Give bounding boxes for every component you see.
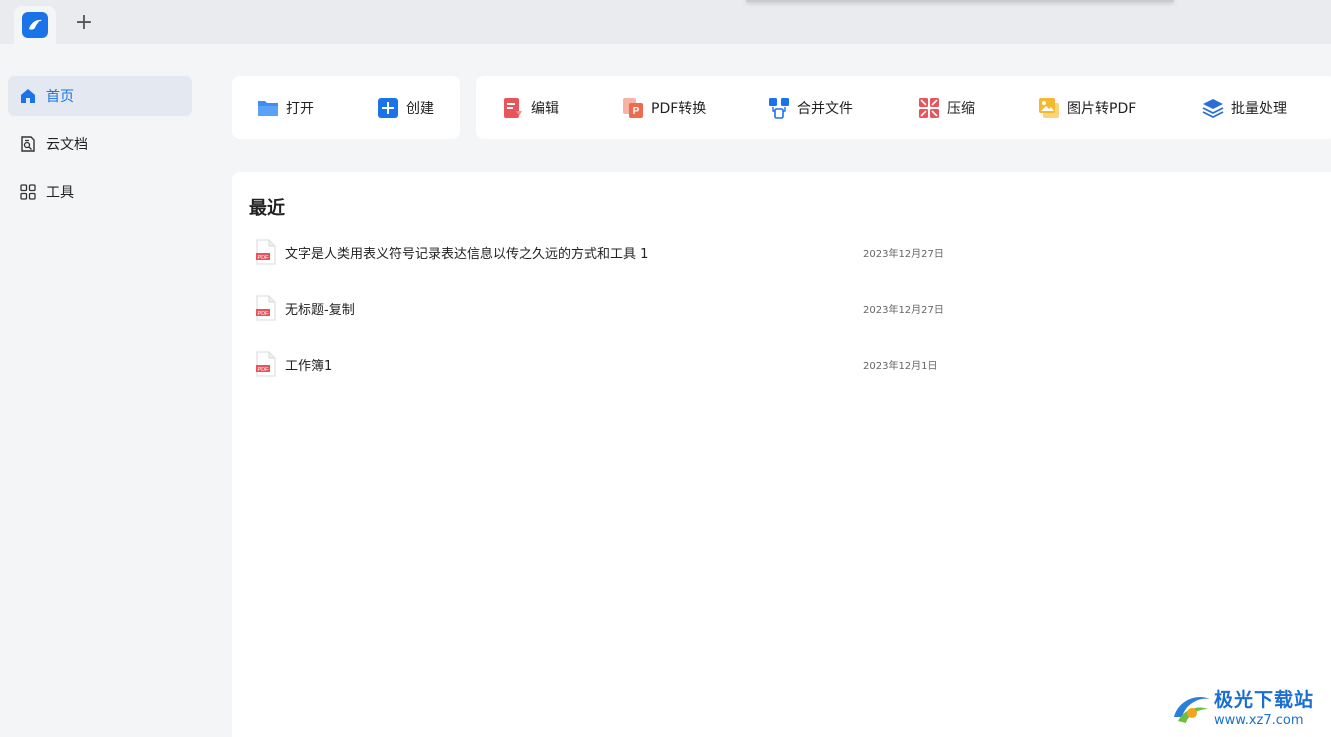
watermark-url: www.xz7.com xyxy=(1214,713,1304,728)
watermark-logo-icon xyxy=(1174,697,1210,723)
batch-process-button[interactable]: 批量处理 xyxy=(1202,76,1287,139)
merge-files-label: 合并文件 xyxy=(797,100,853,117)
file-name: 工作簿1 xyxy=(285,358,333,374)
pdf-file-icon: PDF xyxy=(255,239,277,265)
edit-button[interactable]: 编辑 xyxy=(502,76,559,139)
open-button[interactable]: 打开 xyxy=(257,76,314,139)
svg-text:P: P xyxy=(633,106,640,117)
sidebar-item-label: 云文档 xyxy=(46,137,88,153)
merge-files-icon xyxy=(768,97,790,119)
app-logo-icon xyxy=(22,12,48,38)
svg-text:PDF: PDF xyxy=(258,255,270,261)
sidebar-item-tools[interactable]: 工具 xyxy=(8,172,192,212)
recent-files-panel: 最近 PDF 文字是人类用表义符号记录表达信息以传之久远的方式和工具 1 202… xyxy=(232,172,1331,737)
pdf-convert-icon: P xyxy=(622,97,644,119)
recent-title: 最近 xyxy=(249,198,285,219)
edit-doc-icon xyxy=(502,97,524,119)
edit-label: 编辑 xyxy=(531,100,559,117)
compress-icon xyxy=(918,97,940,119)
recent-file-row[interactable]: PDF 工作簿1 2023年12月1日 xyxy=(249,344,1149,384)
sidebar-item-label: 工具 xyxy=(46,185,74,201)
file-name: 无标题-复制 xyxy=(285,302,355,318)
batch-process-label: 批量处理 xyxy=(1231,100,1287,117)
svg-text:PDF: PDF xyxy=(258,311,270,317)
recent-file-row[interactable]: PDF 无标题-复制 2023年12月27日 xyxy=(249,288,1149,328)
compress-button[interactable]: 压缩 xyxy=(918,76,975,139)
main-content: 打开 创建 编辑 P PDF转换 合并文件 压缩 图片转PDF 批量处理 最近 … xyxy=(200,44,1331,737)
title-bar: + xyxy=(0,0,1331,44)
plus-square-icon xyxy=(377,97,399,119)
watermark-title: 极光下载站 xyxy=(1214,689,1315,711)
folder-open-icon xyxy=(257,97,279,119)
file-date: 2023年12月27日 xyxy=(863,248,944,260)
grid-tools-icon xyxy=(19,183,37,201)
pdf-convert-label: PDF转换 xyxy=(651,100,707,117)
cloud-doc-icon xyxy=(19,135,37,153)
compress-label: 压缩 xyxy=(947,100,975,117)
pdf-file-icon: PDF xyxy=(255,295,277,321)
sidebar: 首页 云文档 工具 xyxy=(0,44,200,737)
sidebar-item-cloud-docs[interactable]: 云文档 xyxy=(8,124,192,164)
batch-layers-icon xyxy=(1202,97,1224,119)
open-label: 打开 xyxy=(286,100,314,117)
file-name: 文字是人类用表义符号记录表达信息以传之久远的方式和工具 1 xyxy=(285,246,649,262)
quick-actions-card: 打开 创建 xyxy=(232,76,460,139)
tools-card: 编辑 P PDF转换 合并文件 压缩 图片转PDF 批量处理 xyxy=(476,76,1331,139)
sidebar-item-label: 首页 xyxy=(46,89,74,105)
image-to-pdf-button[interactable]: 图片转PDF xyxy=(1038,76,1136,139)
site-watermark: 极光下载站 www.xz7.com xyxy=(1170,683,1330,733)
create-label: 创建 xyxy=(406,100,434,117)
image-to-pdf-label: 图片转PDF xyxy=(1067,100,1137,117)
svg-text:PDF: PDF xyxy=(258,367,270,373)
merge-files-button[interactable]: 合并文件 xyxy=(768,76,853,139)
home-icon xyxy=(19,87,37,105)
popup-shadow-edge xyxy=(746,0,1174,2)
file-date: 2023年12月1日 xyxy=(863,360,938,372)
pdf-file-icon: PDF xyxy=(255,351,277,377)
file-date: 2023年12月27日 xyxy=(863,304,944,316)
new-tab-button[interactable]: + xyxy=(72,12,96,36)
recent-file-row[interactable]: PDF 文字是人类用表义符号记录表达信息以传之久远的方式和工具 1 2023年1… xyxy=(249,232,1149,272)
create-button[interactable]: 创建 xyxy=(377,76,434,139)
app-home-tab[interactable] xyxy=(14,6,56,44)
pdf-convert-button[interactable]: P PDF转换 xyxy=(622,76,706,139)
image-to-pdf-icon xyxy=(1038,97,1060,119)
sidebar-item-home[interactable]: 首页 xyxy=(8,76,192,116)
